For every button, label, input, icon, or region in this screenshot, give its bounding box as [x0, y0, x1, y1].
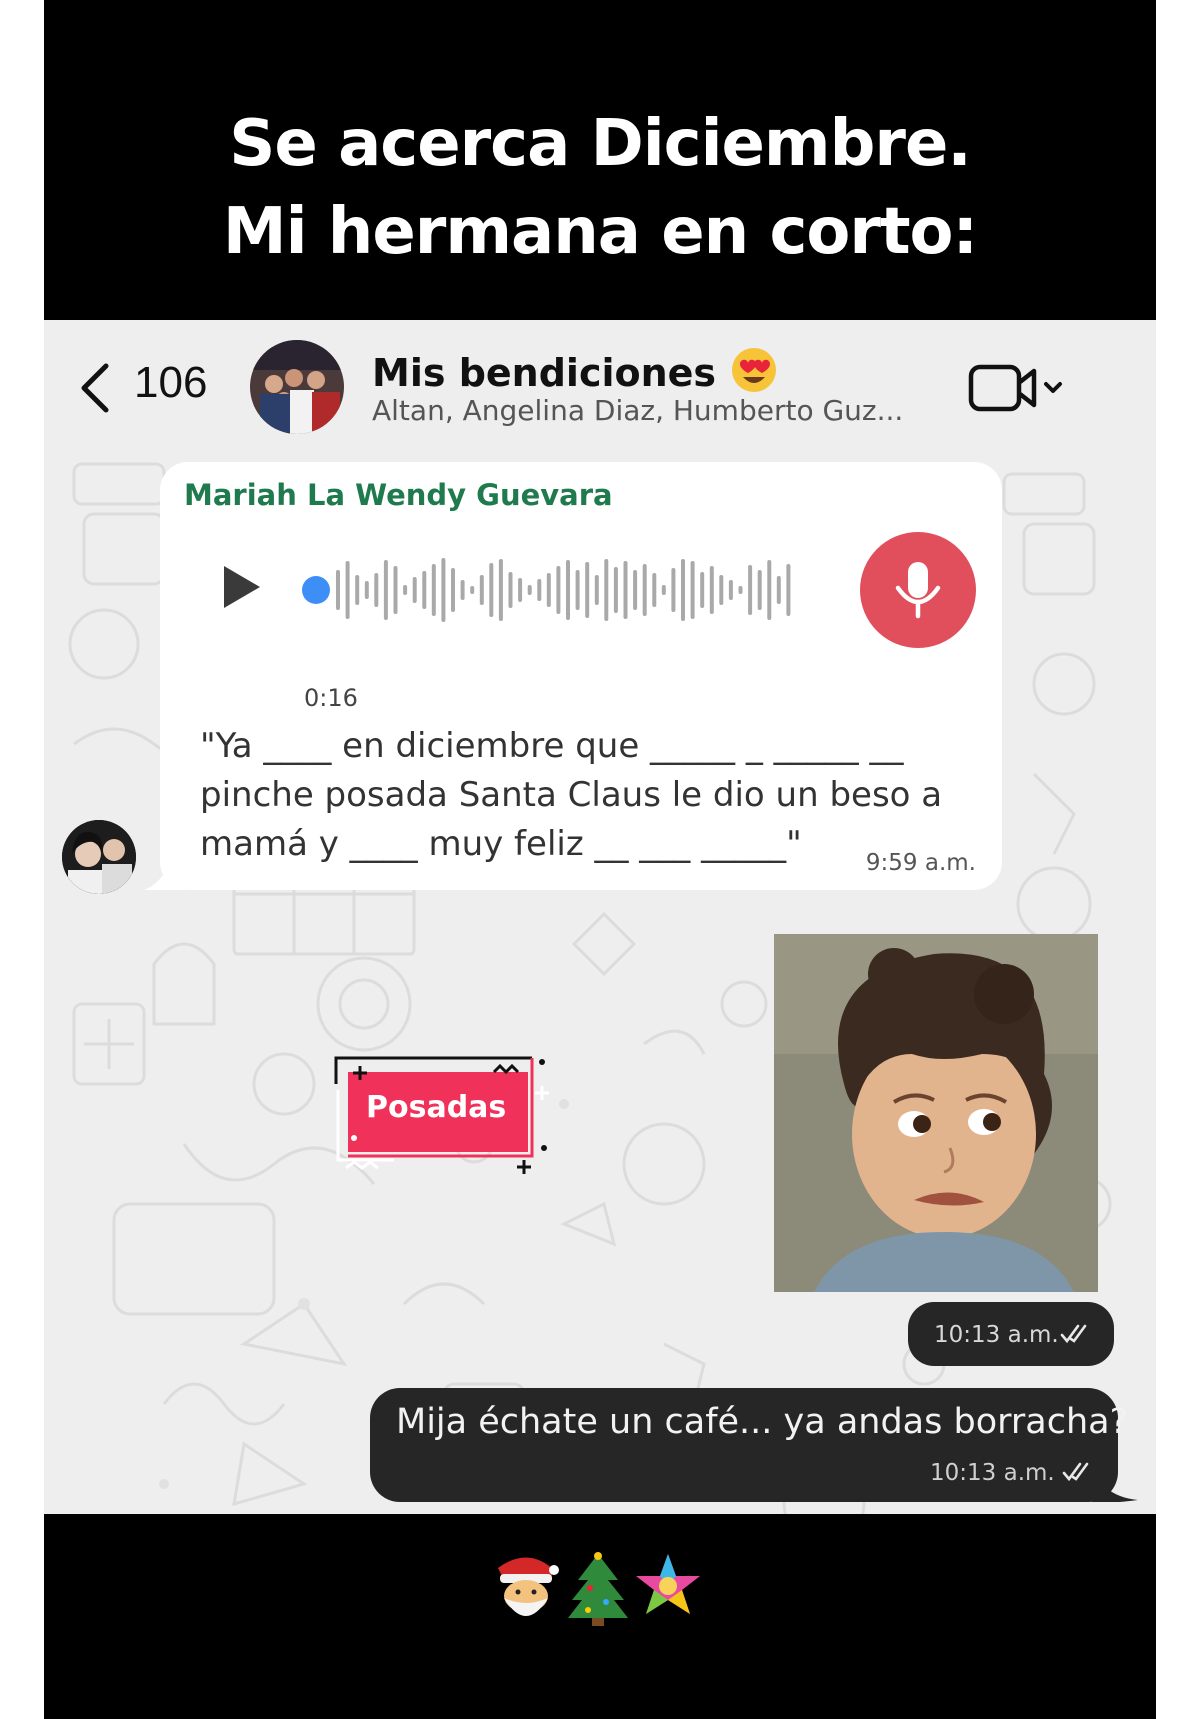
waveform-bar: [498, 559, 503, 621]
microphone-button[interactable]: [860, 532, 976, 648]
waveform-bar: [748, 565, 753, 615]
waveform-bar: [345, 561, 350, 619]
waveform-bar: [709, 566, 714, 614]
play-icon[interactable]: [218, 562, 264, 612]
waveform-bar: [527, 585, 532, 595]
caption: Se acerca Diciembre. Mi hermana en corto…: [44, 100, 1156, 276]
waveform-bar: [374, 573, 379, 607]
waveform-bar: [479, 575, 484, 605]
waveform-bar: [546, 573, 551, 607]
chat-title-text: Mis bendiciones: [372, 351, 717, 395]
waveform-bar: [776, 576, 781, 604]
video-frame: Se acerca Diciembre. Mi hermana en corto…: [44, 0, 1156, 1719]
voice-transcript: "Ya ____ en diciembre que _____ _ _____ …: [200, 726, 943, 864]
waveform-bar: [661, 585, 666, 595]
footer-emojis: [498, 1552, 700, 1626]
girl-photo-image: [774, 934, 1098, 1292]
outgoing-message-text: Mija échate un café... ya andas borracha…: [396, 1402, 1129, 1442]
waveform-bar: [671, 568, 676, 612]
audio-waveform[interactable]: [334, 552, 794, 628]
waveform-bar: [767, 560, 772, 620]
voice-duration: 0:16: [304, 684, 358, 712]
chat-screen: 106 Mis bendiciones Altan, Angelina Diaz…: [44, 320, 1156, 1514]
waveform-bar: [738, 586, 743, 594]
video-call-icon[interactable]: [968, 362, 1068, 414]
shared-photo[interactable]: [774, 934, 1098, 1292]
waveform-bar: [537, 579, 542, 601]
waveform-bar: [757, 570, 762, 610]
footer-emoji-row: [44, 1548, 1156, 1628]
waveform-bar: [585, 562, 590, 618]
sender-avatar[interactable]: [62, 820, 136, 894]
waveform-bar: [575, 570, 580, 610]
waveform-bar: [556, 566, 561, 614]
waveform-bar: [470, 586, 475, 594]
playback-position-dot[interactable]: [302, 576, 330, 604]
microphone-icon: [895, 562, 941, 619]
message-time: 9:59 a.m.: [865, 850, 976, 876]
waveform-bar: [652, 573, 657, 607]
group-avatar[interactable]: [250, 340, 344, 434]
waveform-bar: [786, 564, 791, 616]
waveform-bar: [604, 559, 609, 621]
read-receipt-icon: [1060, 1324, 1087, 1344]
sticker-text: Posadas: [366, 1090, 507, 1125]
pinata-emoji-icon: [636, 1554, 700, 1614]
waveform-bar: [681, 559, 685, 621]
waveform-bar: [518, 578, 523, 602]
waveform-bar: [633, 570, 638, 610]
waveform-bar: [431, 564, 436, 616]
voice-message-bubble[interactable]: Mariah La Wendy Guevara 0:16 "Ya ____ en…: [160, 462, 1002, 890]
waveform-bar: [355, 575, 360, 605]
waveform-bar: [403, 585, 408, 595]
posadas-sticker[interactable]: Posadas: [334, 1056, 554, 1176]
read-receipt-icon: [1062, 1462, 1089, 1482]
back-unread-count[interactable]: 106: [134, 358, 207, 408]
waveform-bar: [364, 581, 369, 599]
waveform-bar: [460, 580, 465, 600]
waveform-bar: [623, 561, 628, 619]
heart-eyes-emoji-icon: [732, 348, 777, 392]
back-chevron-icon[interactable]: [72, 360, 118, 416]
waveform-bar: [393, 566, 398, 614]
waveform-bar: [441, 558, 446, 622]
santa-emoji-icon: [498, 1557, 559, 1616]
waveform-bar: [566, 560, 570, 620]
waveform-bar: [700, 572, 705, 608]
christmas-tree-emoji-icon: [568, 1552, 628, 1626]
chat-title[interactable]: Mis bendiciones: [372, 346, 778, 395]
outgoing-message-time: 10:13 a.m.: [930, 1460, 1055, 1486]
sender-name[interactable]: Mariah La Wendy Guevara: [184, 478, 613, 512]
image-timestamp: 10:13 a.m.: [908, 1302, 1114, 1366]
waveform-bar: [412, 577, 417, 603]
caption-line-2: Mi hermana en corto:: [222, 195, 978, 269]
waveform-bar: [451, 568, 455, 612]
caption-line-1: Se acerca Diciembre.: [229, 107, 971, 181]
outgoing-text-bubble[interactable]: Mija échate un café... ya andas borracha…: [370, 1388, 1128, 1502]
chat-header: 106 Mis bendiciones Altan, Angelina Diaz…: [44, 320, 1156, 444]
waveform-bar: [594, 575, 599, 605]
waveform-bar: [422, 571, 427, 609]
image-time: 10:13 a.m.: [934, 1322, 1059, 1348]
waveform-bar: [383, 560, 388, 620]
waveform-bar: [489, 563, 494, 617]
waveform-bar: [642, 564, 647, 616]
waveform-bar: [690, 561, 695, 619]
waveform-bar: [508, 572, 513, 608]
waveform-bar: [728, 580, 733, 600]
waveform-bar: [719, 575, 724, 605]
waveform-bar: [336, 570, 340, 610]
chat-participants[interactable]: Altan, Angelina Diaz, Humberto Guz...: [372, 394, 903, 427]
waveform-bar: [613, 567, 618, 613]
